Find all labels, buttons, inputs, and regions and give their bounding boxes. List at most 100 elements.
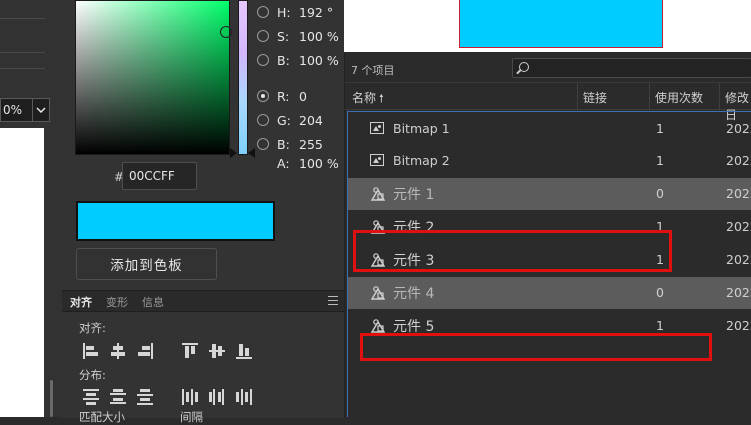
annotation-highlight-box <box>353 230 672 272</box>
radio-button-checked[interactable] <box>257 90 269 102</box>
search-icon <box>519 62 529 72</box>
library-column-header: 名称 🠕 链接 使用次数 修改日 <box>345 82 751 122</box>
align-vertical-center-icon[interactable] <box>209 343 225 359</box>
label-a: A: <box>277 155 290 171</box>
bitmap-icon <box>370 154 384 166</box>
current-color-swatch <box>76 201 275 241</box>
library-item[interactable]: 元件 4 0 2022 <box>348 277 751 309</box>
value-g[interactable]: 204 <box>299 113 323 128</box>
library-item-date: 2022 <box>726 153 751 168</box>
label-h: H: <box>277 4 291 20</box>
zoom-value: 0% <box>3 103 23 117</box>
align-right-icon[interactable] <box>137 343 153 359</box>
library-item-use-count: 0 <box>656 186 664 201</box>
stage-canvas[interactable] <box>0 128 44 417</box>
value-b[interactable]: 100 % <box>299 53 339 68</box>
library-item-date: 2022 <box>726 186 751 201</box>
radio-blue[interactable]: B: 255 <box>257 134 323 154</box>
value-r[interactable]: 0 <box>299 89 307 104</box>
alpha-row: A: 100 % <box>257 153 339 173</box>
hue-slider[interactable] <box>238 0 248 155</box>
align-horizontal-center-icon[interactable] <box>110 343 126 359</box>
distribute-section-label: 分布: <box>79 368 106 382</box>
library-item-list: Bitmap 112022Bitmap 212022元件 102022元件 21… <box>347 111 751 417</box>
slider-handle-left[interactable] <box>230 148 237 158</box>
graphic-symbol-icon <box>370 187 386 201</box>
radio-brightness[interactable]: B: 100 % <box>257 50 339 70</box>
graphic-symbol-icon <box>370 319 386 333</box>
stage-shape-instance[interactable] <box>459 0 663 48</box>
align-bottom-icon[interactable] <box>236 343 252 359</box>
distribute-left-icon[interactable] <box>182 389 198 405</box>
value-a[interactable]: 100 % <box>299 156 339 171</box>
distribute-bottom-icon[interactable] <box>137 389 153 405</box>
radio-button[interactable] <box>257 114 269 126</box>
color-picker-cursor[interactable] <box>220 26 232 38</box>
library-item-date: 2022 <box>726 219 751 234</box>
library-item-name: Bitmap 2 <box>393 153 450 168</box>
library-search-input[interactable] <box>512 58 751 78</box>
library-item-use-count: 1 <box>656 121 664 136</box>
label-blue: B: <box>277 136 290 152</box>
label-s: S: <box>277 28 290 44</box>
color-mixer-panel: H: 192 ° S: 100 % B: 100 % R: 0 G: 204 B… <box>62 0 344 290</box>
library-item-use-count: 1 <box>656 153 664 168</box>
radio-button[interactable] <box>257 54 269 66</box>
column-linkage[interactable]: 链接 <box>583 89 607 106</box>
library-item[interactable]: Bitmap 2 1 2022 <box>348 145 751 177</box>
add-to-swatches-button[interactable]: 添加到色板 <box>76 248 217 280</box>
tab-info[interactable]: 信息 <box>142 294 164 310</box>
column-divider[interactable] <box>719 83 720 110</box>
panel-menu-icon[interactable] <box>328 296 338 305</box>
distribute-vertical-center-icon[interactable] <box>110 389 126 405</box>
library-item[interactable]: Bitmap 1 1 2022 <box>348 113 751 145</box>
radio-button[interactable] <box>257 6 269 18</box>
library-item-use-count: 0 <box>656 285 664 300</box>
align-panel: 对齐 变形 信息 对齐: 分布: 匹配大小 间隔 <box>62 290 344 424</box>
library-item-use-count: 1 <box>656 318 664 333</box>
label-g: G: <box>277 112 291 128</box>
divider <box>0 68 45 69</box>
column-name[interactable]: 名称 🠕 <box>352 89 384 109</box>
align-panel-tabs: 对齐 变形 信息 <box>62 291 344 312</box>
distribute-right-icon[interactable] <box>236 389 252 405</box>
slider-handle-right[interactable] <box>248 148 255 158</box>
library-item-name: 元件 1 <box>393 187 435 203</box>
label-b: B: <box>277 52 290 68</box>
align-left-icon[interactable] <box>83 343 99 359</box>
chevron-down-icon[interactable] <box>32 99 49 121</box>
library-item[interactable]: 元件 1 0 2022 <box>348 178 751 210</box>
radio-button[interactable] <box>257 30 269 42</box>
radio-saturation[interactable]: S: 100 % <box>257 26 339 46</box>
tab-transform[interactable]: 变形 <box>106 294 128 310</box>
match-size-label: 匹配大小 <box>79 410 125 424</box>
radio-button[interactable] <box>257 138 269 150</box>
graphic-symbol-icon <box>370 286 386 300</box>
library-item-date: 2022 <box>726 121 751 136</box>
sort-ascending-icon[interactable]: 🠕 <box>379 90 384 109</box>
library-item-date: 2022 <box>726 252 751 267</box>
radio-green[interactable]: G: 204 <box>257 110 323 130</box>
value-blue[interactable]: 255 <box>299 137 323 152</box>
radio-red[interactable]: R: 0 <box>257 86 307 106</box>
scrollbar[interactable] <box>50 380 53 417</box>
column-divider[interactable] <box>577 83 578 110</box>
library-item-date: 2022 <box>726 318 751 333</box>
column-divider[interactable] <box>649 83 650 110</box>
value-s[interactable]: 100 % <box>299 29 339 44</box>
tab-align[interactable]: 对齐 <box>70 294 92 310</box>
label-r: R: <box>277 88 290 104</box>
color-saturation-field[interactable] <box>75 0 230 155</box>
zoom-select[interactable]: 0% <box>0 98 50 122</box>
divider <box>0 52 45 53</box>
radio-hue[interactable]: H: 192 ° <box>257 2 333 22</box>
align-top-icon[interactable] <box>182 343 198 359</box>
distribute-horizontal-center-icon[interactable] <box>209 389 225 405</box>
column-use-count[interactable]: 使用次数 <box>655 89 703 106</box>
left-panel-strip: 0% <box>0 0 62 417</box>
annotation-highlight-box <box>360 333 712 361</box>
hex-input[interactable]: 00CCFF <box>122 162 197 190</box>
value-h[interactable]: 192 ° <box>299 5 333 20</box>
library-item-count: 7 个项目 <box>351 64 395 77</box>
distribute-top-icon[interactable] <box>83 389 99 405</box>
